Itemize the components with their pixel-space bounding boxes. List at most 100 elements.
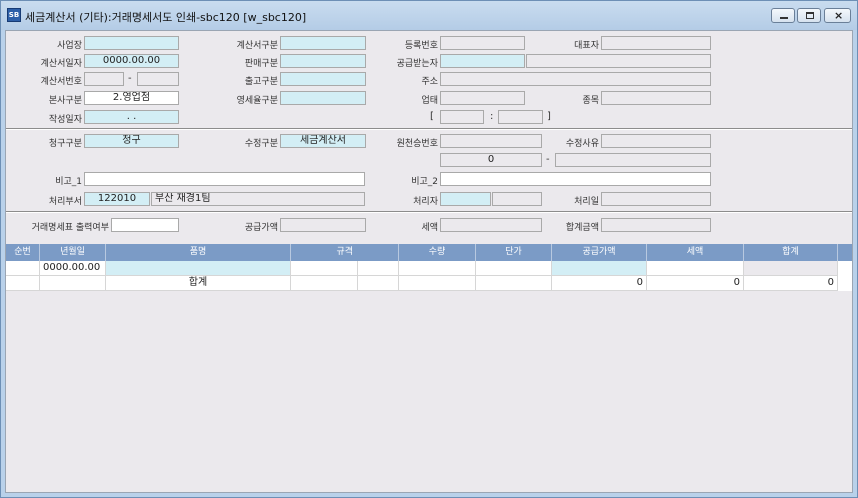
shipment-type-label: 출고구분 [244, 77, 278, 87]
app-icon: SB [7, 8, 21, 22]
note2-input[interactable] [440, 172, 711, 186]
modify-type-field[interactable]: 세금계산서 [280, 134, 366, 148]
recipient-name-field[interactable] [526, 54, 711, 68]
grid-header: 순번 년월일 품명 규격 수량 단가 공급가액 세액 합계 [6, 244, 852, 261]
table-row[interactable]: 0000.00.00 [6, 261, 852, 276]
address-field[interactable] [440, 72, 711, 86]
claim-type-field[interactable]: 청구 [84, 134, 179, 148]
summary-supply: 0 [552, 276, 647, 291]
supply-amount-label: 공급가액 [244, 223, 278, 233]
claim-type-label: 청구구분 [48, 139, 82, 149]
col-header-total[interactable]: 합계 [744, 244, 838, 261]
dept-name-field[interactable]: 부산 재경1팀 [151, 192, 365, 206]
tax-label: 세액 [421, 223, 438, 233]
handler-label: 처리자 [413, 197, 438, 207]
created-date-field[interactable]: . . [84, 110, 179, 124]
summary-cell-date [40, 276, 106, 291]
created-date-label: 작성일자 [48, 115, 82, 125]
col-header-date[interactable]: 년월일 [40, 244, 106, 261]
tax-field[interactable] [440, 218, 542, 232]
col-header-price[interactable]: 단가 [476, 244, 552, 261]
colon-separator: : [490, 111, 494, 122]
branch-type-label: 본사구분 [48, 96, 82, 106]
handle-date-field[interactable] [601, 192, 711, 206]
cell-price[interactable] [476, 261, 552, 276]
invoice-date-field[interactable]: 0000.00.00 [84, 54, 179, 68]
shipment-type-field[interactable] [280, 72, 366, 86]
statement-print-input[interactable] [111, 218, 179, 232]
modify-reason-label: 수정사유 [565, 139, 599, 149]
summary-cell-spec [291, 276, 358, 291]
orig-approval-dash: - [546, 154, 550, 165]
modify-type-label: 수정구분 [244, 139, 278, 149]
cell-item[interactable] [106, 261, 291, 276]
zero-tax-type-field[interactable] [280, 91, 366, 105]
summary-total: 0 [744, 276, 838, 291]
address-label: 주소 [421, 77, 438, 87]
close-button[interactable]: × [824, 8, 851, 23]
section-divider [6, 128, 852, 130]
representative-field[interactable] [601, 36, 711, 50]
business-site-field[interactable] [84, 36, 179, 50]
col-header-seq[interactable]: 순번 [6, 244, 40, 261]
col-header-tax[interactable]: 세액 [647, 244, 744, 261]
col-header-item[interactable]: 품명 [106, 244, 291, 261]
item-type-label: 종목 [582, 96, 599, 106]
maximize-button[interactable] [797, 8, 821, 23]
recipient-label: 공급받는자 [396, 59, 438, 69]
total-field[interactable] [601, 218, 711, 232]
invoice-no-dash: - [128, 73, 132, 84]
cell-total[interactable] [744, 261, 838, 276]
minimize-button[interactable] [771, 8, 795, 23]
business-site-label: 사업장 [57, 41, 82, 51]
section-divider-2 [6, 211, 852, 213]
time-end-field[interactable] [498, 110, 543, 124]
time-start-field[interactable] [440, 110, 484, 124]
dept-code-field[interactable]: 122010 [84, 192, 150, 206]
invoice-no-label: 계산서번호 [40, 77, 82, 87]
cell-date[interactable]: 0000.00.00 [40, 261, 106, 276]
branch-type-select[interactable]: 2.영업점 [84, 91, 179, 105]
title-bar[interactable]: SB 세금계산서 (기타):거래명세서도 인쇄-sbc120 [w_sbc120… [1, 1, 857, 30]
total-label: 합계금액 [565, 223, 599, 233]
cell-tax[interactable] [647, 261, 744, 276]
representative-label: 대표자 [574, 41, 599, 51]
note1-input[interactable] [84, 172, 365, 186]
recipient-code-field[interactable] [440, 54, 525, 68]
cell-spec-2[interactable] [358, 261, 399, 276]
invoice-no-field-2[interactable] [137, 72, 179, 86]
invoice-no-field[interactable] [84, 72, 124, 86]
invoice-type-field[interactable] [280, 36, 366, 50]
cell-supply[interactable] [552, 261, 647, 276]
col-header-spec[interactable]: 규격 [291, 244, 399, 261]
col-header-qty[interactable]: 수량 [399, 244, 476, 261]
sales-type-label: 판매구분 [244, 59, 278, 69]
reg-no-field[interactable] [440, 36, 525, 50]
col-header-supply[interactable]: 공급가액 [552, 244, 647, 261]
reg-no-label: 등록번호 [404, 41, 438, 51]
note1-label: 비고_1 [55, 177, 82, 187]
sales-type-field[interactable] [280, 54, 366, 68]
handler-code-field[interactable] [440, 192, 491, 206]
modify-reason-field[interactable] [601, 134, 711, 148]
statement-print-label: 거래명세표 출력여부 [31, 223, 109, 233]
maximize-icon [806, 12, 814, 19]
summary-row: 합계 0 0 0 [6, 276, 852, 291]
cell-spec[interactable] [291, 261, 358, 276]
bracket-close: ] [547, 111, 551, 122]
summary-cell-seq [6, 276, 40, 291]
cell-seq[interactable] [6, 261, 40, 276]
orig-approval-seq-field[interactable]: 0 [440, 153, 542, 167]
form-area: 사업장 계산서구분 등록번호 대표자 계산서일자 0000.00.00 판매구분… [5, 30, 853, 493]
orig-approval-field[interactable] [440, 134, 542, 148]
handler-name-field[interactable] [492, 192, 542, 206]
orig-approval-field-3[interactable] [555, 153, 711, 167]
supply-amount-field[interactable] [280, 218, 366, 232]
bracket-open: [ [430, 111, 434, 122]
item-type-field[interactable] [601, 91, 711, 105]
minimize-icon [780, 17, 788, 19]
cell-qty[interactable] [399, 261, 476, 276]
summary-tax: 0 [647, 276, 744, 291]
app-window: SB 세금계산서 (기타):거래명세서도 인쇄-sbc120 [w_sbc120… [0, 0, 858, 498]
business-type-field[interactable] [440, 91, 525, 105]
